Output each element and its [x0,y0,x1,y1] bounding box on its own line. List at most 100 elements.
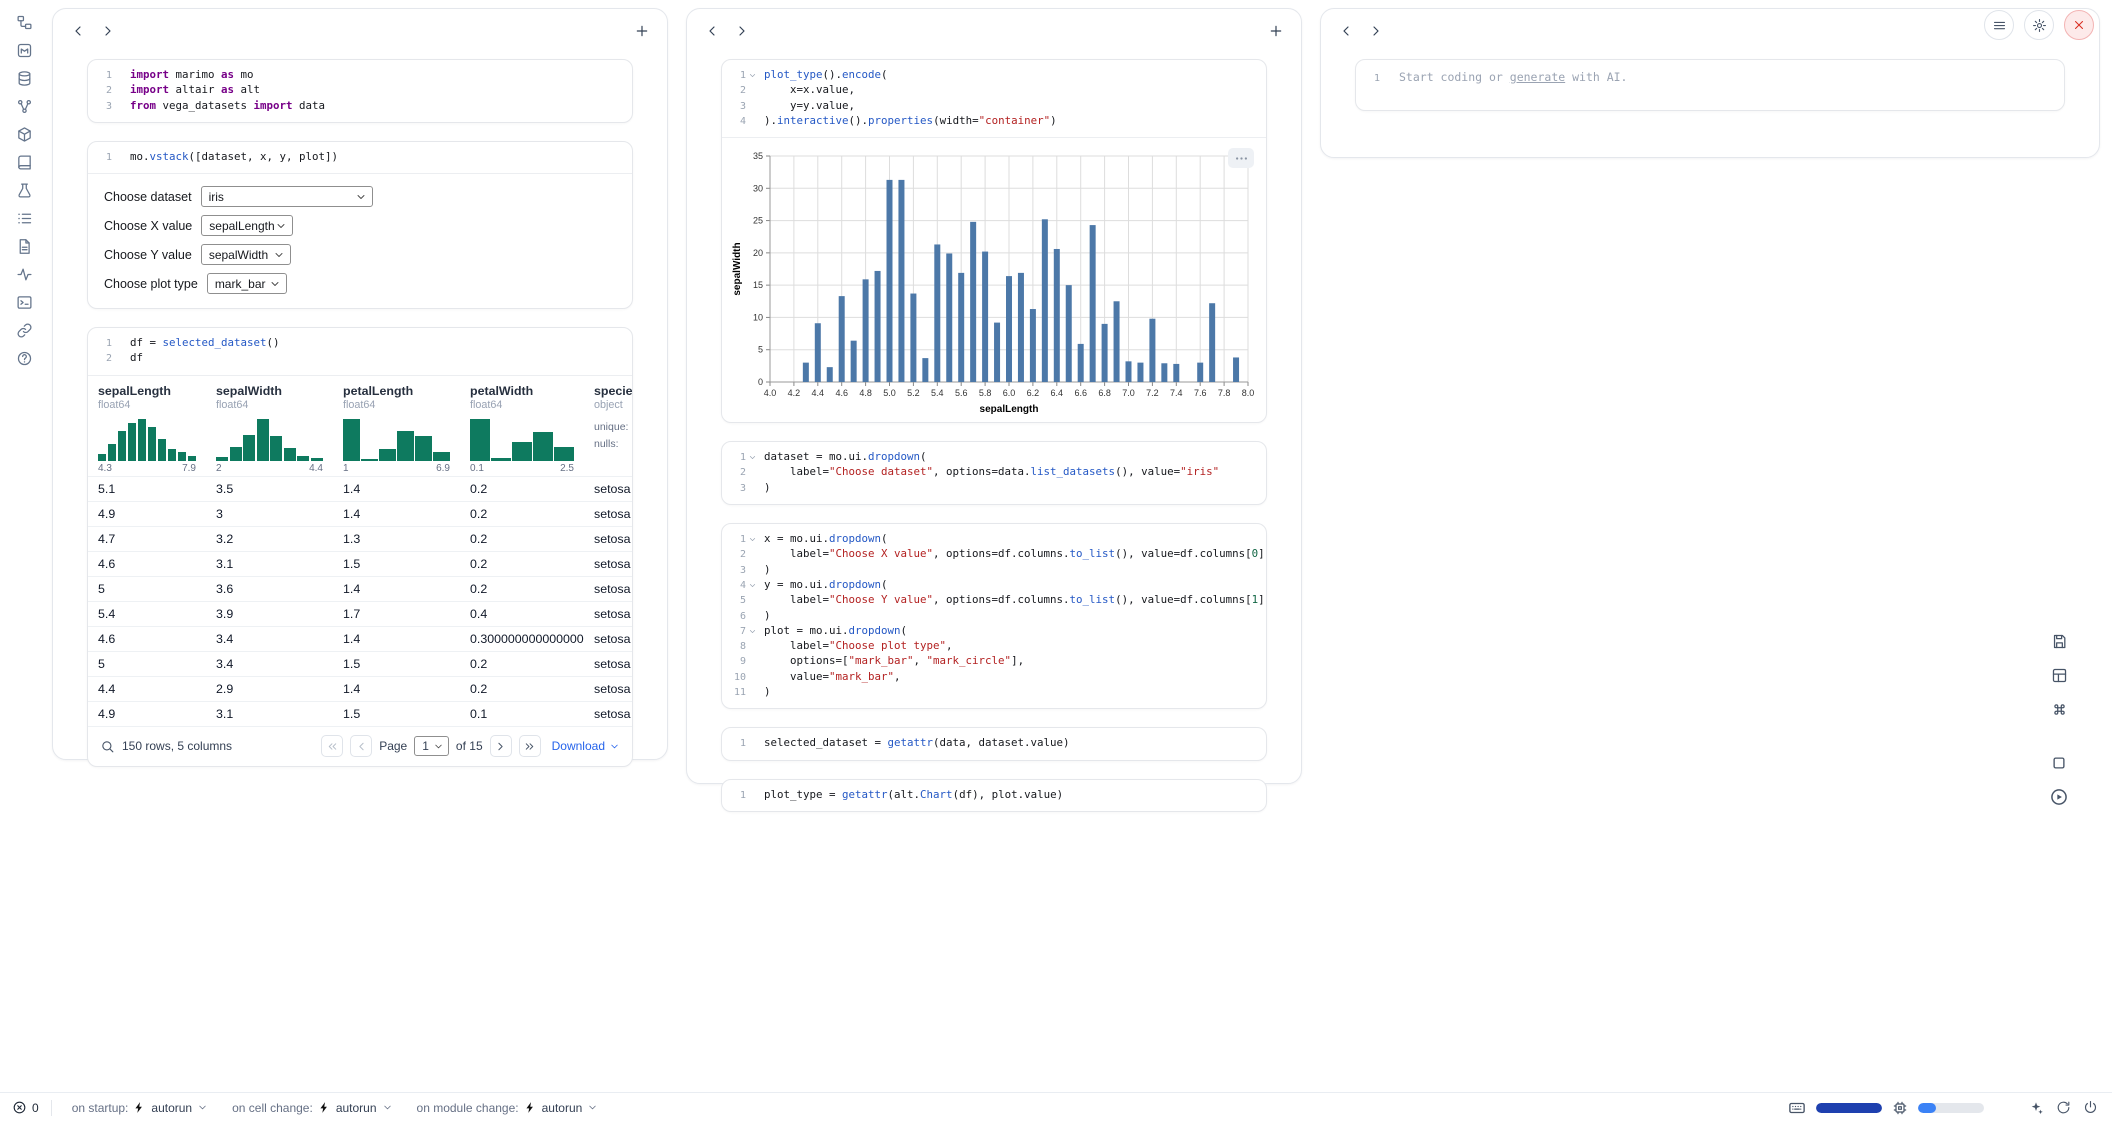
altair-bar-chart[interactable]: 4.04.24.44.64.85.05.25.45.65.86.06.26.46… [730,146,1262,418]
column-header-sepalLength[interactable]: sepalLengthfloat644.37.9 [88,376,206,477]
choose-plot-type-select[interactable]: mark_bar [207,273,287,294]
on-startup-runtime-chip[interactable]: on startup: autorun [64,1098,216,1118]
stop-kernel-button[interactable] [2044,748,2074,778]
code-line[interactable]: 1df = selected_dataset() [92,336,624,351]
column-header-sepalWidth[interactable]: sepalWidthfloat6424.4 [206,376,333,477]
code-line[interactable]: 6) [726,609,1258,624]
layout-select-button[interactable] [2044,660,2074,690]
save-notebook-button[interactable] [2044,626,2074,656]
column-scroll-right-button[interactable] [729,18,755,44]
cpu-icon-button[interactable] [1892,1100,1908,1116]
column-scroll-right-button[interactable] [95,18,121,44]
choose-y-value-select[interactable]: sepalWidth [201,244,291,265]
run-all-cells-button[interactable] [2044,782,2074,812]
code-line[interactable]: 1x = mo.ui.dropdown( [726,532,1258,547]
table-row[interactable]: 5.13.51.40.2setosa [88,476,632,501]
sidebar-link-button[interactable] [11,317,38,344]
table-row[interactable]: 53.61.40.2setosa [88,576,632,601]
code-line[interactable]: 1plot_type().encode( [726,68,1258,83]
next-page-button[interactable] [490,735,512,757]
code-editor-dataframe[interactable]: 1df = selected_dataset()2df [88,328,632,376]
last-page-button[interactable] [519,735,541,757]
code-line[interactable]: 10 value="mark_bar", [726,670,1258,685]
notebook-menu-button[interactable] [1984,10,2014,40]
choose-dataset-select[interactable]: iris [201,186,373,207]
code-editor-empty[interactable]: 1 Start coding or generate with AI. [1356,60,2064,110]
on-module-change-runtime-chip[interactable]: on module change: autorun [409,1098,607,1118]
code-line[interactable]: 1mo.vstack([dataset, x, y, plot]) [92,150,624,165]
code-line[interactable]: 1dataset = mo.ui.dropdown( [726,450,1258,465]
sidebar-file-tree-button[interactable] [11,9,38,36]
memory-usage-bar[interactable] [1816,1103,1882,1113]
column-scroll-left-button[interactable] [1333,18,1359,44]
ai-assistant-button[interactable] [2028,1100,2044,1116]
code-line[interactable]: 2 x=x.value, [726,83,1258,98]
column-scroll-left-button[interactable] [65,18,91,44]
sidebar-variables-button[interactable] [11,93,38,120]
shutdown-close-button[interactable] [2064,10,2094,40]
code-line[interactable]: 1selected_dataset = getattr(data, datase… [726,736,1258,751]
code-line[interactable]: 8 label="Choose plot type", [726,639,1258,654]
table-row[interactable]: 4.63.11.50.2setosa [88,551,632,576]
sidebar-package-button[interactable] [11,121,38,148]
prev-page-button[interactable] [350,735,372,757]
chart-actions-button[interactable] [1228,148,1254,168]
sidebar-book-button[interactable] [11,149,38,176]
table-row[interactable]: 4.63.41.40.30000000000000004setosa [88,626,632,651]
on-cell-change-runtime-chip[interactable]: on cell change: autorun [224,1098,400,1118]
page-select[interactable]: 1 [414,736,449,756]
table-row[interactable]: 4.93.11.50.1setosa [88,701,632,726]
add-cell-button[interactable] [629,18,655,44]
table-row[interactable]: 4.73.21.30.2setosa [88,526,632,551]
code-editor-xy-plot-dropdowns[interactable]: 1x = mo.ui.dropdown(2 label="Choose X va… [722,524,1266,708]
code-line[interactable]: 2import altair as alt [92,83,624,98]
download-button[interactable]: Download [552,739,620,753]
code-line[interactable]: 3) [726,563,1258,578]
code-line[interactable]: 4y = mo.ui.dropdown( [726,578,1258,593]
code-line[interactable]: 3from vega_datasets import data [92,99,624,114]
table-search-button[interactable] [100,739,115,754]
restart-kernel-button[interactable] [2056,1100,2071,1115]
settings-button[interactable] [2024,10,2054,40]
code-line[interactable]: 7plot = mo.ui.dropdown( [726,624,1258,639]
code-line[interactable]: 2 label="Choose dataset", options=data.l… [726,465,1258,480]
code-line[interactable]: 9 options=["mark_bar", "mark_circle"], [726,654,1258,669]
first-page-button[interactable] [321,735,343,757]
code-editor-plot-type[interactable]: 1plot_type = getattr(alt.Chart(df), plot… [722,780,1266,811]
code-line[interactable]: 2 label="Choose X value", options=df.col… [726,547,1258,562]
column-header-petalWidth[interactable]: petalWidthfloat640.12.5 [460,376,584,477]
code-line[interactable]: 5 label="Choose Y value", options=df.col… [726,593,1258,608]
code-line[interactable]: 4).interactive().properties(width="conta… [726,114,1258,129]
sidebar-activity-button[interactable] [11,261,38,288]
code-line[interactable]: 2df [92,351,624,366]
keyboard-shortcuts-button[interactable] [2044,694,2074,724]
code-line[interactable]: 1import marimo as mo [92,68,624,83]
sidebar-outline-button[interactable] [11,205,38,232]
code-editor-dataset-dropdown[interactable]: 1dataset = mo.ui.dropdown(2 label="Choos… [722,442,1266,504]
column-header-petalLength[interactable]: petalLengthfloat6416.9 [333,376,460,477]
cpu-usage-bar[interactable] [1918,1103,1984,1113]
code-line[interactable]: 3) [726,481,1258,496]
code-editor-selected-dataset[interactable]: 1selected_dataset = getattr(data, datase… [722,728,1266,759]
sidebar-flask-button[interactable] [11,177,38,204]
table-row[interactable]: 53.41.50.2setosa [88,651,632,676]
code-line[interactable]: 11) [726,685,1258,700]
sidebar-help-button[interactable] [11,345,38,372]
sidebar-marimo-logo-button[interactable] [11,37,38,64]
column-scroll-right-button[interactable] [1363,18,1389,44]
code-editor-imports[interactable]: 1import marimo as mo2import altair as al… [88,60,632,122]
code-editor-vstack[interactable]: 1mo.vstack([dataset, x, y, plot]) [88,142,632,174]
code-line[interactable]: 1plot_type = getattr(alt.Chart(df), plot… [726,788,1258,803]
table-row[interactable]: 4.931.40.2setosa [88,501,632,526]
choose-x-value-select[interactable]: sepalLength [201,215,293,236]
column-header-species[interactable]: speciesobjectunique:nulls: [584,376,632,477]
sidebar-database-button[interactable] [11,65,38,92]
generate-with-ai-link[interactable]: generate [1510,70,1565,84]
keyboard-icon-button[interactable] [1788,1099,1806,1117]
column-scroll-left-button[interactable] [699,18,725,44]
code-editor-plot[interactable]: 1plot_type().encode(2 x=x.value,3 y=y.va… [722,60,1266,138]
shutdown-button[interactable] [2083,1100,2098,1115]
error-count-indicator[interactable]: 0 [12,1100,39,1115]
table-row[interactable]: 4.42.91.40.2setosa [88,676,632,701]
sidebar-snippets-button[interactable] [11,233,38,260]
